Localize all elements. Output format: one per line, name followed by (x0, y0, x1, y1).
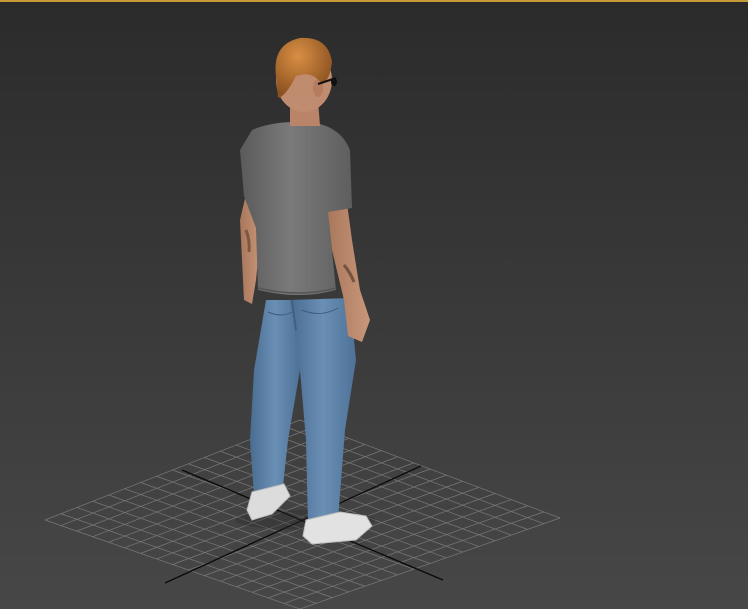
perspective-viewport[interactable] (0, 0, 748, 609)
human-figure[interactable] (235, 37, 375, 545)
left-leg (250, 300, 300, 497)
glasses-lens (331, 78, 337, 86)
right-leg (290, 298, 356, 524)
scene-canvas[interactable] (0, 0, 748, 609)
